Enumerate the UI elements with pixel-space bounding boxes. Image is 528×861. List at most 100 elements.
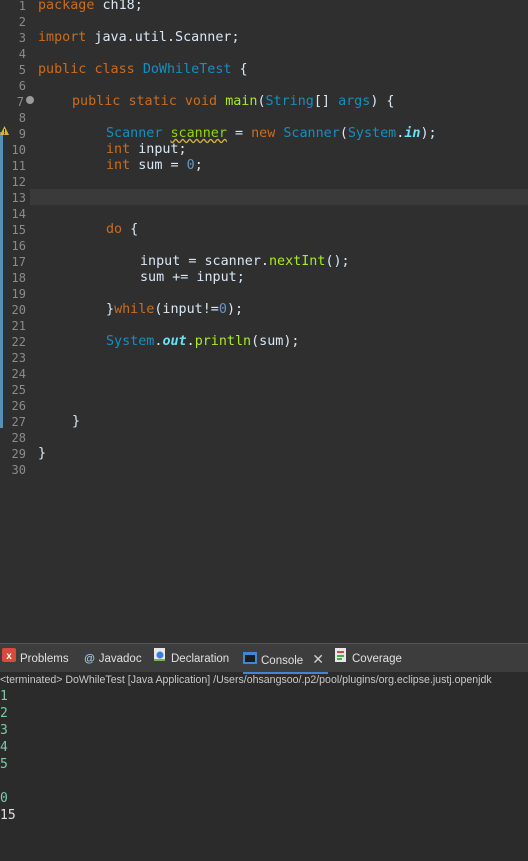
- code-line-7[interactable]: public static void main(String[] args) {: [72, 94, 395, 110]
- code-line-22[interactable]: System.out.println(sum);: [106, 334, 300, 350]
- code-line-20[interactable]: }while(input!=0);: [106, 302, 243, 318]
- decl-input: input;: [130, 142, 187, 157]
- tab-label: Declaration: [171, 653, 230, 666]
- console-icon: [243, 646, 257, 676]
- keyword-import: import: [38, 30, 87, 45]
- fold-toggle-icon[interactable]: [26, 96, 34, 104]
- line-number: 28: [11, 431, 26, 445]
- code-line-18[interactable]: sum += input;: [140, 270, 245, 286]
- warning-icon[interactable]: [0, 126, 9, 136]
- semicolon: ;: [194, 158, 203, 173]
- line-number: 22: [11, 335, 26, 349]
- assign: =: [226, 126, 252, 141]
- paren: (: [339, 126, 348, 141]
- line-number: 7: [16, 95, 24, 109]
- tab-label: Problems: [20, 653, 69, 666]
- code-line-29[interactable]: }: [38, 446, 46, 462]
- line-number: 20: [11, 303, 26, 317]
- method-println: println: [194, 334, 252, 349]
- console-input-line: 1: [0, 689, 8, 704]
- code-line-3[interactable]: import java.util.Scanner;: [38, 30, 240, 46]
- decl-sum: sum =: [130, 158, 187, 173]
- line-number: 8: [18, 111, 26, 125]
- code-line-1[interactable]: package ch18;: [38, 0, 143, 14]
- tab-label: Coverage: [352, 653, 402, 666]
- line-number: 26: [11, 399, 26, 413]
- code-line-5[interactable]: public class DoWhileTest {: [38, 62, 248, 78]
- paren-brace: ) {: [370, 94, 395, 109]
- while-end: );: [226, 302, 244, 317]
- keyword-package: package: [38, 0, 95, 13]
- tab-problems[interactable]: x Problems: [2, 644, 69, 672]
- line-number: 30: [11, 463, 26, 477]
- param-args: args: [338, 94, 371, 109]
- variable-scanner: scanner: [170, 126, 227, 141]
- type-scanner: Scanner: [106, 126, 163, 141]
- tab-coverage[interactable]: Coverage: [334, 644, 402, 672]
- package-name: ch18;: [94, 0, 143, 13]
- brackets: []: [313, 94, 339, 109]
- code-line-27[interactable]: }: [72, 414, 80, 430]
- brace: {: [122, 222, 139, 237]
- code-editor[interactable]: 1 2 3 4 5 6 7 8 9 10 11 12 13 14 15 16 1…: [0, 0, 528, 643]
- keyword-new: new: [251, 126, 276, 141]
- close-brace: }: [106, 302, 115, 317]
- field-in: in: [404, 126, 421, 141]
- number-literal: 0: [218, 302, 227, 317]
- tab-declaration[interactable]: Declaration: [153, 644, 229, 672]
- call-end: ();: [325, 254, 350, 269]
- keyword-public: public: [72, 94, 121, 109]
- coverage-icon: [334, 644, 348, 674]
- bottom-panel: x Problems @ Javadoc Declaration Console ✕ …: [0, 643, 528, 861]
- declaration-icon: [153, 644, 167, 674]
- line-number: 4: [18, 47, 26, 61]
- console-output-line: 15: [0, 808, 16, 823]
- assign-input: input = scanner.: [140, 254, 269, 269]
- console-input-line: 0: [0, 791, 8, 806]
- line-number: 21: [11, 319, 26, 333]
- svg-text:x: x: [6, 651, 12, 662]
- line-number: 5: [18, 63, 26, 77]
- code-line-11[interactable]: int sum = 0;: [106, 158, 203, 174]
- code-line-17[interactable]: input = scanner.nextInt();: [140, 254, 350, 270]
- println-args: (sum);: [251, 334, 300, 349]
- code-line-9[interactable]: Scanner scanner = new Scanner(System.in)…: [106, 126, 437, 142]
- type-scanner: Scanner: [283, 126, 340, 141]
- sum-accumulate: sum += input;: [140, 270, 245, 285]
- close-brace: }: [72, 414, 81, 429]
- keyword-void: void: [184, 94, 218, 109]
- line-number: 16: [11, 239, 26, 253]
- code-line-10[interactable]: int input;: [106, 142, 187, 158]
- paren: (: [257, 94, 266, 109]
- line-number: 2: [18, 15, 26, 29]
- line-number: 10: [11, 143, 26, 157]
- while-cond: (input!=: [154, 302, 219, 317]
- line-number: 24: [11, 367, 26, 381]
- keyword-do: do: [106, 222, 123, 237]
- line-number: 15: [11, 223, 26, 237]
- line-number: 6: [18, 79, 26, 93]
- console-status: <terminated> DoWhileTest [Java Applicati…: [0, 674, 492, 686]
- line-number: 12: [11, 175, 26, 189]
- tab-label: Console: [261, 655, 304, 667]
- keyword-static: static: [128, 94, 177, 109]
- keyword-int: int: [106, 142, 131, 157]
- tab-console[interactable]: Console ✕: [243, 644, 328, 674]
- javadoc-icon: @: [84, 653, 95, 665]
- field-out: out: [162, 334, 187, 349]
- console-input-line: 2: [0, 706, 8, 721]
- keyword-int: int: [106, 158, 131, 173]
- code-line-15[interactable]: do {: [106, 222, 138, 238]
- type-system: System: [106, 334, 155, 349]
- console-input-line: 4: [0, 740, 8, 755]
- problems-icon: x: [2, 644, 16, 674]
- close-icon[interactable]: ✕: [312, 651, 324, 667]
- keyword-class: class: [94, 62, 135, 77]
- line-number: 29: [11, 447, 26, 461]
- type-string: String: [265, 94, 314, 109]
- line-number: 13: [11, 191, 26, 205]
- line-number: 27: [11, 415, 26, 429]
- line-number: 14: [11, 207, 26, 221]
- line-number: 11: [11, 159, 26, 173]
- tab-javadoc[interactable]: @ Javadoc: [84, 644, 142, 672]
